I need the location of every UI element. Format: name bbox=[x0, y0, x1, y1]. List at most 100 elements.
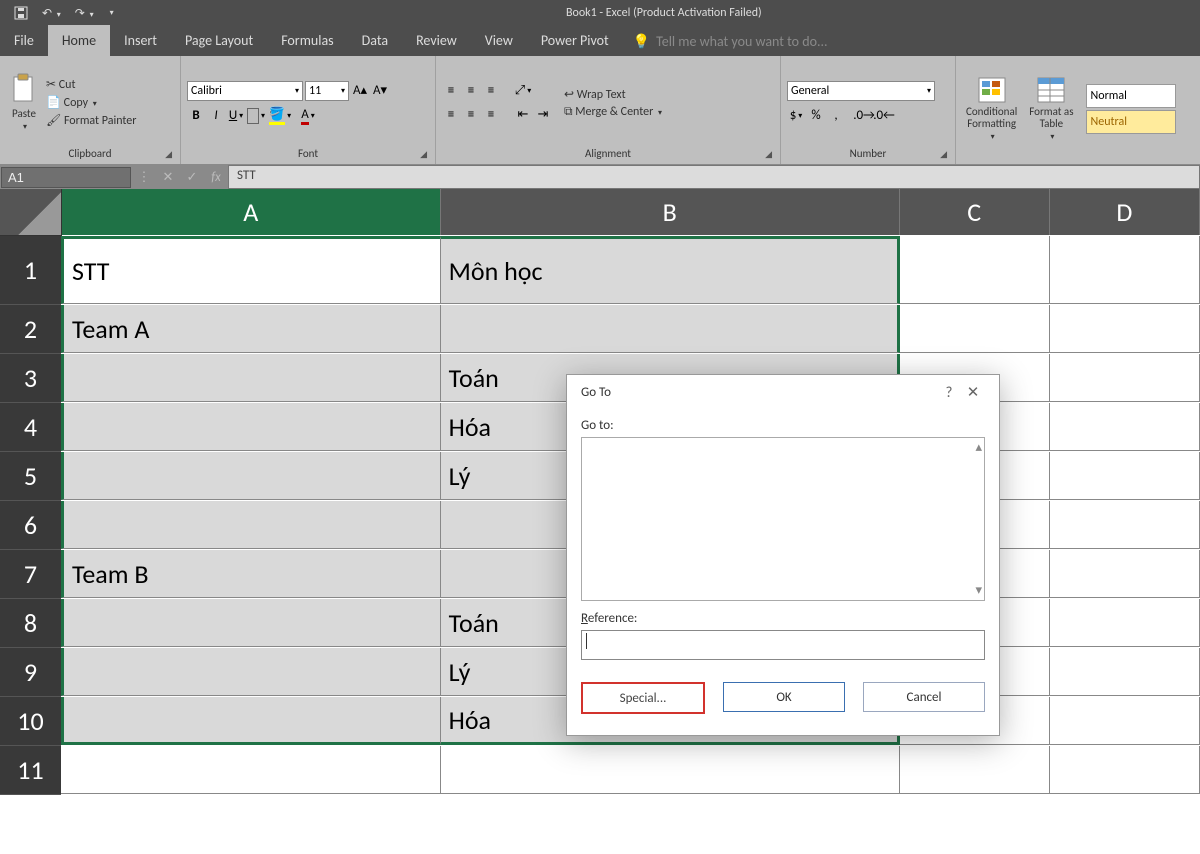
cell-A8[interactable] bbox=[61, 599, 441, 647]
tab-power-pivot[interactable]: Power Pivot bbox=[527, 25, 623, 56]
dialog-launcher-icon[interactable]: ◢ bbox=[165, 149, 172, 160]
row-header-4[interactable]: 4 bbox=[0, 403, 61, 452]
cell-D7[interactable] bbox=[1050, 550, 1200, 598]
cell-A9[interactable] bbox=[61, 648, 441, 696]
col-header-A[interactable]: A bbox=[62, 189, 441, 235]
formula-input[interactable]: STT bbox=[228, 165, 1200, 189]
cell-A3[interactable] bbox=[61, 354, 441, 402]
cell-D6[interactable] bbox=[1050, 501, 1200, 549]
align-center-icon[interactable]: ≡ bbox=[462, 106, 480, 124]
copy-button[interactable]: 📄 Copy ▾ bbox=[46, 95, 136, 110]
cell-C1[interactable] bbox=[900, 236, 1050, 304]
dialog-launcher-icon[interactable]: ◢ bbox=[420, 149, 427, 160]
row-header-6[interactable]: 6 bbox=[0, 501, 61, 550]
decrease-font-icon[interactable]: A▾ bbox=[371, 82, 389, 100]
format-painter-button[interactable]: 🖌 Format Painter bbox=[46, 113, 136, 128]
align-right-icon[interactable]: ≡ bbox=[482, 106, 500, 124]
tab-insert[interactable]: Insert bbox=[110, 25, 171, 56]
wrap-text-button[interactable]: ↩ Wrap Text bbox=[564, 87, 662, 102]
fill-color-button[interactable]: 🪣▾ bbox=[267, 107, 293, 125]
qat-customize-icon[interactable]: ▾ bbox=[110, 8, 114, 18]
conditional-formatting-button[interactable]: Conditional Formatting▾ bbox=[962, 76, 1021, 142]
merge-center-button[interactable]: ⧉ Merge & Center ▾ bbox=[564, 105, 662, 119]
cell-D4[interactable] bbox=[1050, 403, 1200, 451]
special-button[interactable]: Special... bbox=[581, 682, 705, 714]
comma-icon[interactable]: , bbox=[827, 107, 845, 125]
enter-formula-icon[interactable]: ✓ bbox=[180, 170, 204, 185]
cell-D2[interactable] bbox=[1050, 305, 1200, 353]
cancel-button[interactable]: Cancel bbox=[863, 682, 985, 712]
cancel-formula-icon[interactable]: ✕ bbox=[156, 170, 180, 185]
name-box-dropdown-icon[interactable]: ⋮ bbox=[132, 170, 156, 185]
orientation-icon[interactable]: ⤢▾ bbox=[514, 82, 532, 100]
row-header-5[interactable]: 5 bbox=[0, 452, 61, 501]
cell-D8[interactable] bbox=[1050, 599, 1200, 647]
tab-formulas[interactable]: Formulas bbox=[267, 25, 347, 56]
scroll-down-icon[interactable]: ▾ bbox=[975, 583, 982, 598]
font-color-button[interactable]: A▾ bbox=[295, 107, 321, 125]
border-button[interactable]: ▾ bbox=[247, 107, 265, 125]
style-normal[interactable]: Normal bbox=[1086, 84, 1176, 108]
cell-B1[interactable]: Môn học bbox=[441, 236, 901, 304]
tab-file[interactable]: File bbox=[0, 25, 48, 56]
cell-A7[interactable]: Team B bbox=[61, 550, 441, 598]
tab-view[interactable]: View bbox=[471, 25, 527, 56]
cell-B2[interactable] bbox=[441, 305, 901, 353]
row-header-3[interactable]: 3 bbox=[0, 354, 61, 403]
ok-button[interactable]: OK bbox=[723, 682, 845, 712]
paste-button[interactable]: Paste ▾ bbox=[6, 60, 42, 145]
increase-decimal-icon[interactable]: .0→ bbox=[855, 107, 873, 125]
cell-C2[interactable] bbox=[900, 305, 1050, 353]
row-header-2[interactable]: 2 bbox=[0, 305, 61, 354]
row-header-7[interactable]: 7 bbox=[0, 550, 61, 599]
tab-data[interactable]: Data bbox=[348, 25, 402, 56]
italic-button[interactable]: I bbox=[207, 107, 225, 125]
format-as-table-button[interactable]: Format as Table▾ bbox=[1025, 76, 1077, 142]
percent-icon[interactable]: % bbox=[807, 107, 825, 125]
cell-A10[interactable] bbox=[61, 697, 441, 745]
align-bottom-icon[interactable]: ≡ bbox=[482, 82, 500, 100]
cell-A4[interactable] bbox=[61, 403, 441, 451]
align-top-icon[interactable]: ≡ bbox=[442, 82, 460, 100]
select-all-corner[interactable] bbox=[0, 189, 62, 236]
decrease-decimal-icon[interactable]: .0← bbox=[875, 107, 893, 125]
align-left-icon[interactable]: ≡ bbox=[442, 106, 460, 124]
redo-icon[interactable]: ↷ ▾ bbox=[75, 6, 94, 21]
fx-icon[interactable]: fx bbox=[204, 170, 228, 185]
style-neutral[interactable]: Neutral bbox=[1086, 110, 1176, 134]
row-header-11[interactable]: 11 bbox=[0, 746, 61, 795]
cell-C11[interactable] bbox=[900, 746, 1050, 794]
cell-D10[interactable] bbox=[1050, 697, 1200, 745]
cell-A5[interactable] bbox=[61, 452, 441, 500]
align-middle-icon[interactable]: ≡ bbox=[462, 82, 480, 100]
cell-A1[interactable]: STT bbox=[61, 236, 441, 304]
tab-page-layout[interactable]: Page Layout bbox=[171, 25, 267, 56]
font-size-combo[interactable]: 11▾ bbox=[305, 81, 349, 101]
increase-indent-icon[interactable]: ⇥ bbox=[534, 106, 552, 124]
col-header-D[interactable]: D bbox=[1050, 189, 1200, 235]
cell-D9[interactable] bbox=[1050, 648, 1200, 696]
cell-D1[interactable] bbox=[1050, 236, 1200, 304]
reference-input[interactable] bbox=[581, 630, 985, 660]
cut-button[interactable]: ✂ Cut bbox=[46, 77, 136, 92]
tell-me[interactable]: 💡 Tell me what you want to do... bbox=[633, 33, 828, 56]
col-header-C[interactable]: C bbox=[900, 189, 1050, 235]
cell-D11[interactable] bbox=[1050, 746, 1200, 794]
dialog-launcher-icon[interactable]: ◢ bbox=[765, 149, 772, 160]
cell-A6[interactable] bbox=[61, 501, 441, 549]
cell-B11[interactable] bbox=[441, 746, 901, 794]
cell-D3[interactable] bbox=[1050, 354, 1200, 402]
tab-review[interactable]: Review bbox=[402, 25, 471, 56]
cell-A11[interactable] bbox=[61, 746, 441, 794]
cell-D5[interactable] bbox=[1050, 452, 1200, 500]
name-box[interactable] bbox=[1, 167, 131, 188]
scroll-up-icon[interactable]: ▴ bbox=[975, 440, 982, 455]
row-header-9[interactable]: 9 bbox=[0, 648, 61, 697]
save-icon[interactable] bbox=[14, 6, 28, 20]
dialog-launcher-icon[interactable]: ◢ bbox=[940, 149, 947, 160]
decrease-indent-icon[interactable]: ⇤ bbox=[514, 106, 532, 124]
accounting-icon[interactable]: $ ▾ bbox=[787, 107, 805, 125]
help-icon[interactable]: ? bbox=[937, 384, 961, 402]
col-header-B[interactable]: B bbox=[441, 189, 900, 235]
number-format-combo[interactable]: General▾ bbox=[787, 81, 935, 101]
